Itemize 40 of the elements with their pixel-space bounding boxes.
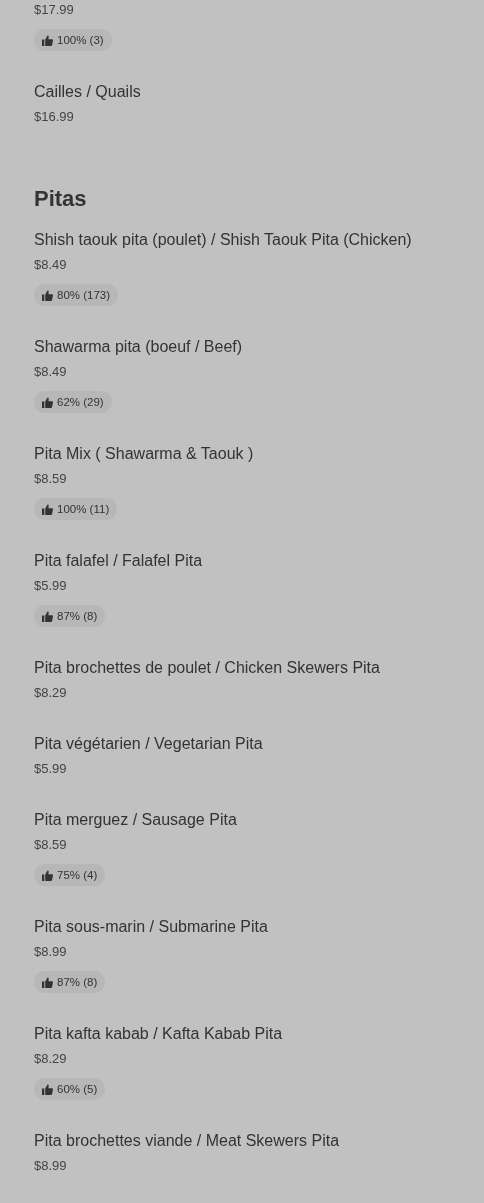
item-name[interactable]: Pita kafta kabab / Kafta Kabab Pita <box>34 1023 484 1045</box>
item-price: $17.99 <box>34 1 75 19</box>
rating-badge: 60% (5) <box>34 1078 106 1100</box>
item-name[interactable]: Pita Mix ( Shawarma & Taouk ) <box>34 443 484 465</box>
rating-badge: 62% (29) <box>34 391 112 413</box>
thumbs-up-icon <box>42 869 53 881</box>
thumbs-up-icon <box>42 610 53 622</box>
item-name[interactable]: Pita végétarien / Vegetarian Pita <box>34 733 484 755</box>
item-price: $5.99 <box>34 760 68 778</box>
item-price: $8.29 <box>34 1050 68 1068</box>
item-name[interactable]: Pita brochettes viande / Meat Skewers Pita <box>34 1130 484 1152</box>
item-name[interactable]: Pita sous-marin / Submarine Pita <box>34 916 484 938</box>
item-price: $8.49 <box>34 363 68 381</box>
thumbs-up-icon <box>42 976 53 988</box>
item-name[interactable]: Pita brochettes de poulet / Chicken Skewers Pita <box>34 657 484 679</box>
rating-badge: 100% (11) <box>34 498 118 520</box>
thumbs-up-icon <box>42 289 53 301</box>
rating-badge: 87% (8) <box>34 605 106 627</box>
rating-badge: 80% (173) <box>34 284 119 306</box>
item-price: $8.99 <box>34 1157 68 1175</box>
item-price: $8.99 <box>34 943 68 961</box>
item-price: $8.59 <box>34 470 68 488</box>
rating-badge: 100% (3) <box>34 29 112 51</box>
item-price: $8.59 <box>34 836 68 854</box>
item-price: $8.49 <box>34 256 68 274</box>
item-price: $5.99 <box>34 577 68 595</box>
item-name[interactable]: Pita falafel / Falafel Pita <box>34 550 484 572</box>
rating-badge: 87% (8) <box>34 971 106 993</box>
item-name[interactable]: Shish taouk pita (poulet) / Shish Taouk Pita (Chicken) <box>34 229 484 251</box>
thumbs-up-icon <box>42 34 53 46</box>
item-name[interactable]: Shawarma pita (boeuf / Beef) <box>34 336 484 358</box>
rating-badge: 75% (4) <box>34 864 106 886</box>
item-price: $8.29 <box>34 684 68 702</box>
item-name[interactable]: Cailles / Quails <box>34 81 484 103</box>
thumbs-up-icon <box>42 396 53 408</box>
thumbs-up-icon <box>42 503 53 515</box>
item-price: $16.99 <box>34 108 75 126</box>
item-name[interactable]: Pita merguez / Sausage Pita <box>34 809 484 831</box>
thumbs-up-icon <box>42 1083 53 1095</box>
section-heading: Pitas <box>34 186 88 212</box>
